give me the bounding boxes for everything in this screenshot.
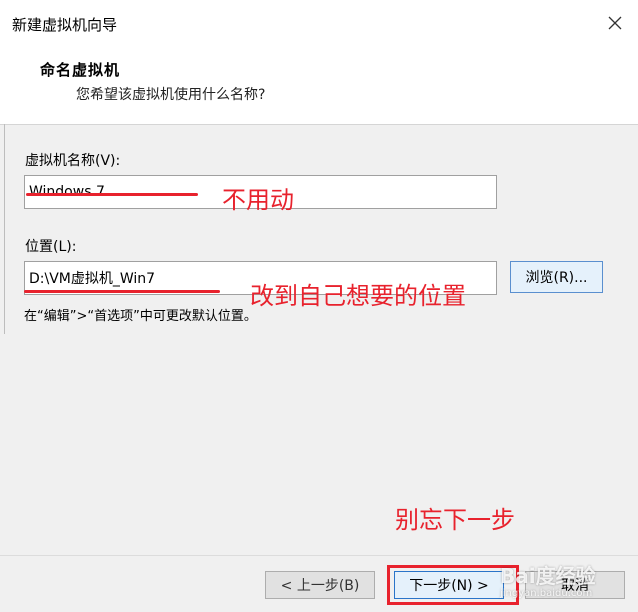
wizard-header: 命名虚拟机 您希望该虚拟机使用什么名称? [0,46,638,125]
name-note-annotation: 不用动 [222,186,294,214]
back-button[interactable]: < 上一步(B) [265,571,375,599]
browse-button[interactable]: 浏览(R)... [510,261,603,293]
location-note-annotation: 改到自己想要的位置 [250,282,466,310]
page-title: 命名虚拟机 [40,61,121,79]
close-icon [608,16,622,30]
window-titlebar: 新建虚拟机向导 [0,0,638,46]
window-title: 新建虚拟机向导 [12,16,118,34]
vm-name-label: 虚拟机名称(V): [25,153,121,169]
location-underline-annotation [24,290,220,293]
page-subtitle: 您希望该虚拟机使用什么名称? [76,87,266,103]
baidu-watermark: Bai度经验 jingyan.baidu.com [500,560,620,608]
close-button[interactable] [592,0,638,46]
name-underline-annotation [26,193,198,196]
watermark-main: Bai度经验 [500,564,596,588]
next-note-annotation: 别忘下一步 [395,506,515,534]
left-edge-divider [0,124,5,334]
location-label: 位置(L): [25,239,77,255]
watermark-url: jingyan.baidu.com [500,588,593,599]
default-location-hint: 在“编辑”>“首选项”中可更改默认位置。 [24,309,257,324]
